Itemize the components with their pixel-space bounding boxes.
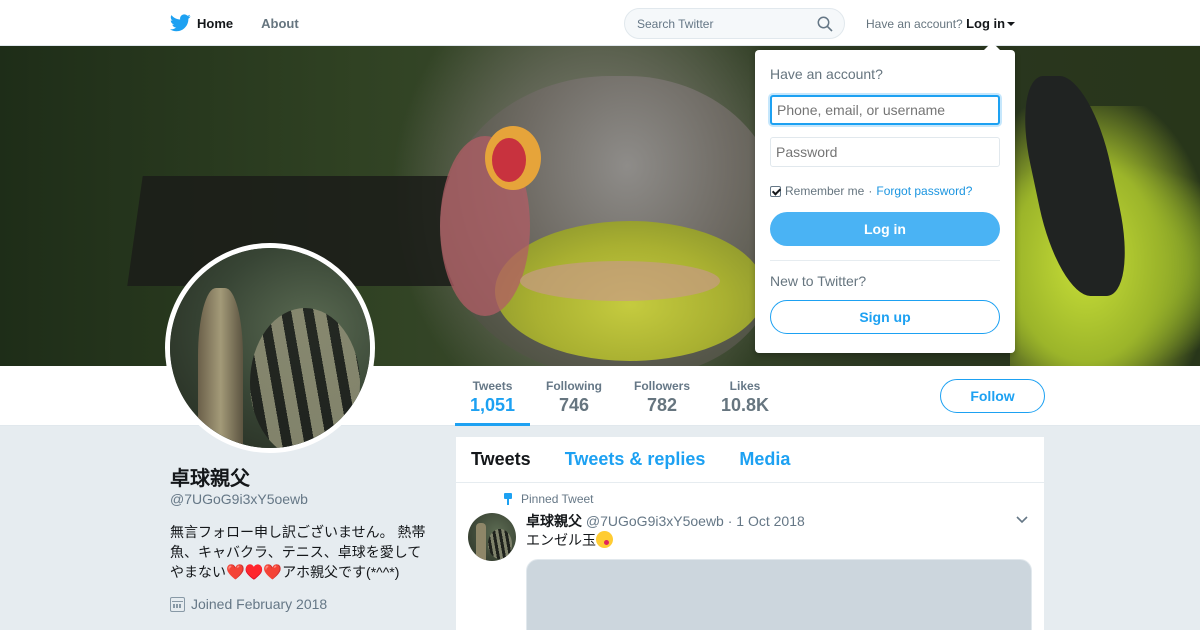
tweet-media[interactable] bbox=[526, 559, 1032, 630]
bio-suffix: アホ親父です(*^^*) bbox=[282, 564, 400, 580]
tab-media[interactable]: Media bbox=[739, 449, 790, 470]
heart-emoji: ♥️ bbox=[244, 564, 264, 581]
heart-emoji: ❤️ bbox=[263, 564, 283, 581]
joined-date: Joined February 2018 bbox=[170, 596, 327, 612]
stat-following[interactable]: Following 746 bbox=[540, 366, 608, 426]
username-field[interactable] bbox=[770, 95, 1000, 125]
signup-button[interactable]: Sign up bbox=[770, 300, 1000, 334]
pin-icon bbox=[503, 493, 513, 505]
stat-value: 782 bbox=[646, 395, 678, 415]
avatar-shape bbox=[198, 288, 243, 448]
password-field[interactable] bbox=[770, 137, 1000, 167]
login-dropdown: Have an account? Remember me · Forgot pa… bbox=[755, 42, 1015, 353]
remember-label[interactable]: Remember me bbox=[785, 184, 864, 198]
login-menu-toggle[interactable]: Log in bbox=[966, 16, 1005, 31]
timeline-tabs: Tweets Tweets & replies Media bbox=[456, 437, 1044, 483]
login-button[interactable]: Log in bbox=[770, 212, 1000, 246]
dropdown-title: Have an account? bbox=[770, 66, 883, 82]
tab-tweets-and-replies[interactable]: Tweets & replies bbox=[565, 449, 706, 470]
nav-about-label: About bbox=[261, 15, 299, 31]
timeline: Tweets Tweets & replies Media Pinned Twe… bbox=[456, 437, 1044, 630]
follow-button[interactable]: Follow bbox=[940, 379, 1045, 413]
tweet-avatar[interactable] bbox=[468, 513, 516, 561]
stat-value: 746 bbox=[558, 395, 590, 415]
stat-label: Tweets bbox=[472, 379, 513, 393]
stat-label: Likes bbox=[729, 379, 761, 393]
pinned-indicator: Pinned Tweet bbox=[503, 492, 594, 506]
chevron-down-icon[interactable] bbox=[1016, 513, 1028, 525]
joined-label: Joined February 2018 bbox=[191, 596, 328, 612]
tweet-date[interactable]: · 1 Oct 2018 bbox=[728, 513, 805, 529]
stat-tweets[interactable]: Tweets 1,051 bbox=[455, 366, 530, 426]
banner-fish-lip bbox=[520, 261, 720, 301]
tweet-header: 卓球親父 @7UGoG9i3xY5oewb · 1 Oct 2018 bbox=[526, 511, 805, 531]
account-menu: Have an account? Log in bbox=[866, 16, 1016, 31]
stat-value: 1,051 bbox=[469, 395, 516, 415]
tab-tweets[interactable]: Tweets bbox=[471, 449, 531, 470]
nav-home[interactable]: Home bbox=[170, 14, 233, 32]
stat-followers[interactable]: Followers 782 bbox=[628, 366, 696, 426]
tweet-author-handle[interactable]: @7UGoG9i3xY5oewb bbox=[586, 513, 724, 529]
account-prompt: Have an account? bbox=[866, 17, 963, 31]
top-navigation: Home About Search Twitter Have an accoun… bbox=[0, 0, 1200, 46]
avatar-fish bbox=[250, 308, 360, 448]
forgot-password-link[interactable]: Forgot password? bbox=[876, 184, 972, 198]
profile-handle[interactable]: @7UGoG9i3xY5oewb bbox=[170, 491, 308, 507]
banner-fish-pupil bbox=[492, 138, 526, 182]
stat-label: Followers bbox=[633, 379, 690, 393]
face-savoring-food-icon bbox=[596, 531, 613, 548]
profile-name[interactable]: 卓球親父 bbox=[170, 462, 250, 491]
profile-bio: 無言フォロー申し訳ございません。 熱帯魚、キャバクラ、テニス、卓球を愛してやまな… bbox=[170, 522, 432, 583]
remember-row: Remember me · Forgot password? bbox=[770, 184, 972, 198]
divider bbox=[770, 260, 1000, 261]
heart-emoji: ❤️ bbox=[226, 564, 245, 581]
stat-likes[interactable]: Likes 10.8K bbox=[715, 366, 775, 426]
remember-checkbox[interactable] bbox=[770, 185, 781, 197]
pinned-label: Pinned Tweet bbox=[521, 492, 594, 506]
search-input[interactable]: Search Twitter bbox=[624, 8, 845, 39]
search-icon[interactable] bbox=[817, 16, 833, 32]
nav-left: Home About bbox=[170, 0, 299, 46]
nav-about[interactable]: About bbox=[261, 16, 299, 31]
tweet-text: エンゼル玉 bbox=[526, 530, 613, 550]
calendar-icon bbox=[170, 596, 185, 612]
twitter-bird-icon bbox=[170, 14, 191, 32]
tweet-body: エンゼル玉 bbox=[526, 532, 596, 548]
search-placeholder: Search Twitter bbox=[637, 17, 714, 31]
tweet-author-name[interactable]: 卓球親父 bbox=[526, 513, 582, 529]
new-to-twitter-label: New to Twitter? bbox=[770, 273, 867, 289]
nav-home-label: Home bbox=[197, 15, 234, 31]
stat-label: Following bbox=[546, 379, 602, 393]
chevron-down-icon[interactable] bbox=[1007, 22, 1016, 26]
avatar[interactable] bbox=[165, 243, 375, 453]
stat-value: 10.8K bbox=[720, 395, 770, 415]
separator: · bbox=[868, 184, 873, 198]
